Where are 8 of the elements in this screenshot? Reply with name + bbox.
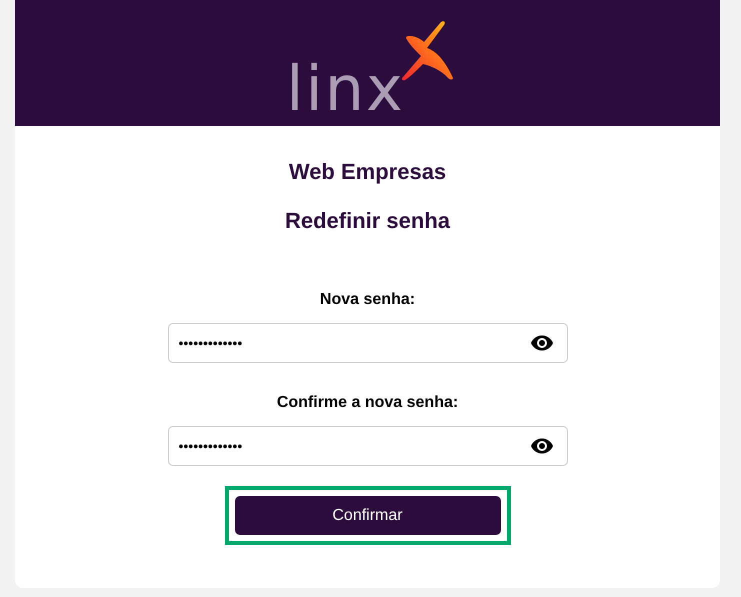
confirm-button[interactable]: Confirmar <box>234 496 500 535</box>
form-title: Redefinir senha <box>284 208 450 234</box>
field-label: Confirme a nova senha: <box>276 393 458 413</box>
logo-text: linx <box>286 58 405 120</box>
password-field[interactable]: ••••••••••••• <box>168 323 568 363</box>
field-label: Nova senha: <box>320 290 416 310</box>
password-field[interactable]: ••••••••••••• <box>168 426 568 466</box>
app-title: Web Empresas <box>288 159 446 185</box>
